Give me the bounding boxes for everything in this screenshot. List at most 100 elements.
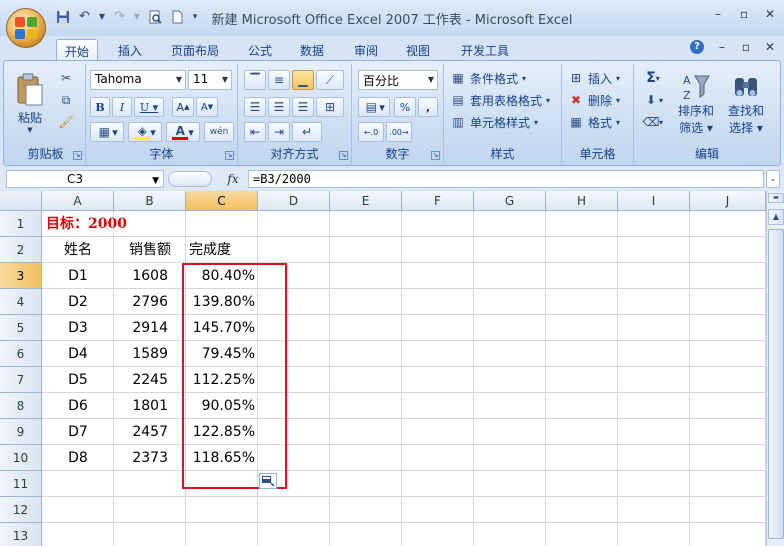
sort-filter-button[interactable]: AZ 排序和 筛选 ▾ bbox=[672, 68, 720, 140]
row-header-1[interactable]: 1 bbox=[0, 211, 42, 237]
clipboard-launcher-icon[interactable]: ↘ bbox=[73, 151, 82, 160]
scroll-up-button[interactable]: ▲ bbox=[768, 209, 784, 225]
table-cell-b3[interactable]: 1608 bbox=[114, 263, 186, 289]
column-header-h[interactable]: H bbox=[546, 191, 618, 211]
copy-button[interactable]: ⧉ bbox=[56, 90, 76, 110]
number-format-combo[interactable]: 百分比 ▼ bbox=[358, 70, 438, 90]
table-cell-a8[interactable]: D6 bbox=[42, 393, 114, 419]
align-right-button[interactable]: ☰ bbox=[292, 97, 314, 117]
fill-color-button[interactable]: ◈ ▾ bbox=[128, 122, 162, 142]
office-button[interactable] bbox=[6, 8, 46, 48]
font-launcher-icon[interactable]: ↘ bbox=[225, 151, 234, 160]
select-all-corner[interactable] bbox=[0, 191, 42, 211]
percent-button[interactable]: % bbox=[394, 97, 416, 117]
formula-input[interactable]: =B3/2000 bbox=[248, 170, 764, 188]
decrease-indent-button[interactable]: ⇤ bbox=[244, 122, 266, 142]
table-cell-a10[interactable]: D8 bbox=[42, 445, 114, 471]
increase-font-button[interactable]: A ▲ bbox=[172, 97, 194, 117]
table-cell-b9[interactable]: 2457 bbox=[114, 419, 186, 445]
accounting-format-button[interactable]: ▤ ▾ bbox=[358, 97, 390, 117]
decrease-font-button[interactable]: A ▼ bbox=[196, 97, 218, 117]
increase-decimal-button[interactable]: ←.0 bbox=[358, 122, 384, 142]
paste-button[interactable]: 粘贴 ▼ bbox=[10, 66, 50, 140]
worksheet-grid[interactable]: A B C D E F G H I J 1 2 3 4 5 6 7 8 9 10… bbox=[0, 191, 766, 546]
table-cell-b8[interactable]: 1801 bbox=[114, 393, 186, 419]
table-cell-a4[interactable]: D2 bbox=[42, 289, 114, 315]
bold-button[interactable]: B bbox=[90, 97, 110, 117]
row-header-4[interactable]: 4 bbox=[0, 289, 42, 315]
row-header-10[interactable]: 10 bbox=[0, 445, 42, 471]
tab-insert[interactable]: 插入 bbox=[110, 39, 150, 60]
column-header-e[interactable]: E bbox=[330, 191, 402, 211]
table-cell-b10[interactable]: 2373 bbox=[114, 445, 186, 471]
close-icon[interactable]: ✕ bbox=[764, 8, 776, 20]
format-cells-button[interactable]: ▦ 格式 ▾ bbox=[568, 112, 620, 132]
merge-center-button[interactable]: ⊞ bbox=[316, 97, 344, 117]
row-header-8[interactable]: 8 bbox=[0, 393, 42, 419]
increase-indent-button[interactable]: ⇥ bbox=[268, 122, 290, 142]
vertical-scrollbar[interactable]: ▬ ▲ bbox=[766, 191, 784, 546]
workbook-restore-icon[interactable]: ▫ bbox=[740, 41, 752, 53]
minimize-icon[interactable]: – bbox=[712, 8, 724, 20]
tab-data[interactable]: 数据 bbox=[292, 39, 332, 60]
row-header-5[interactable]: 5 bbox=[0, 315, 42, 341]
header-cell-sales[interactable]: 销售额 bbox=[114, 237, 186, 263]
wrap-text-button[interactable]: ↵ bbox=[292, 122, 322, 142]
tab-formulas[interactable]: 公式 bbox=[240, 39, 280, 60]
insert-function-button[interactable]: fx bbox=[222, 170, 244, 188]
expand-formula-bar-icon[interactable]: ⌄ bbox=[766, 170, 780, 188]
insert-cells-button[interactable]: ⊞ 插入 ▾ bbox=[568, 68, 620, 88]
underline-button[interactable]: U ▾ bbox=[134, 97, 164, 117]
column-header-a[interactable]: A bbox=[42, 191, 114, 211]
scroll-thumb[interactable] bbox=[768, 229, 784, 539]
italic-button[interactable]: I bbox=[112, 97, 132, 117]
name-box[interactable]: C3 ▼ bbox=[6, 170, 164, 188]
tab-page-layout[interactable]: 页面布局 bbox=[162, 39, 228, 60]
maximize-icon[interactable]: ▫ bbox=[738, 8, 750, 20]
fill-button[interactable]: ⬇ ▾ bbox=[638, 90, 668, 110]
border-button[interactable]: ▦ ▾ bbox=[90, 122, 124, 142]
table-cell-a3[interactable]: D1 bbox=[42, 263, 114, 289]
table-cell-b4[interactable]: 2796 bbox=[114, 289, 186, 315]
font-name-combo[interactable]: Tahoma ▼ bbox=[90, 70, 186, 90]
align-bottom-button[interactable]: ▁ bbox=[292, 70, 314, 90]
cell-styles-button[interactable]: ▥ 单元格样式 ▾ bbox=[450, 112, 538, 132]
clear-button[interactable]: ⌫ ▾ bbox=[638, 112, 668, 132]
header-cell-completion[interactable]: 完成度 bbox=[189, 237, 261, 263]
tab-view[interactable]: 视图 bbox=[398, 39, 438, 60]
align-center-button[interactable]: ☰ bbox=[268, 97, 290, 117]
column-header-g[interactable]: G bbox=[474, 191, 546, 211]
conditional-format-button[interactable]: ▦ 条件格式 ▾ bbox=[450, 68, 526, 88]
alignment-launcher-icon[interactable]: ↘ bbox=[339, 151, 348, 160]
table-cell-b7[interactable]: 2245 bbox=[114, 367, 186, 393]
header-cell-name[interactable]: 姓名 bbox=[42, 237, 114, 263]
column-header-i[interactable]: I bbox=[618, 191, 690, 211]
format-painter-button[interactable]: 🖌 bbox=[56, 112, 76, 132]
table-cell-a6[interactable]: D4 bbox=[42, 341, 114, 367]
row-header-6[interactable]: 6 bbox=[0, 341, 42, 367]
find-select-button[interactable]: 查找和 选择 ▾ bbox=[722, 68, 770, 140]
workbook-minimize-icon[interactable]: – bbox=[716, 41, 728, 53]
tab-home[interactable]: 开始 bbox=[56, 39, 98, 60]
font-size-combo[interactable]: 11 ▼ bbox=[188, 70, 232, 90]
row-header-2[interactable]: 2 bbox=[0, 237, 42, 263]
table-cell-b6[interactable]: 1589 bbox=[114, 341, 186, 367]
row-header-11[interactable]: 11 bbox=[0, 471, 42, 497]
column-header-b[interactable]: B bbox=[114, 191, 186, 211]
target-cell-a1[interactable]: 目标：2000 bbox=[46, 211, 127, 237]
phonetic-button[interactable]: wén bbox=[204, 122, 234, 142]
auto-fill-options-button[interactable] bbox=[259, 473, 277, 489]
align-top-button[interactable]: ▔ bbox=[244, 70, 266, 90]
cut-button[interactable]: ✂ bbox=[56, 68, 76, 88]
column-header-d[interactable]: D bbox=[258, 191, 330, 211]
help-icon[interactable]: ? bbox=[690, 40, 704, 54]
table-cell-b5[interactable]: 2914 bbox=[114, 315, 186, 341]
column-header-j[interactable]: J bbox=[690, 191, 766, 211]
workbook-close-icon[interactable]: ✕ bbox=[764, 41, 776, 53]
row-header-9[interactable]: 9 bbox=[0, 419, 42, 445]
row-header-3[interactable]: 3 bbox=[0, 263, 42, 289]
decrease-decimal-button[interactable]: .00→ bbox=[386, 122, 412, 142]
comma-button[interactable]: , bbox=[418, 97, 438, 117]
tab-developer[interactable]: 开发工具 bbox=[452, 39, 518, 60]
formula-bar-resize-handle[interactable] bbox=[168, 171, 212, 187]
